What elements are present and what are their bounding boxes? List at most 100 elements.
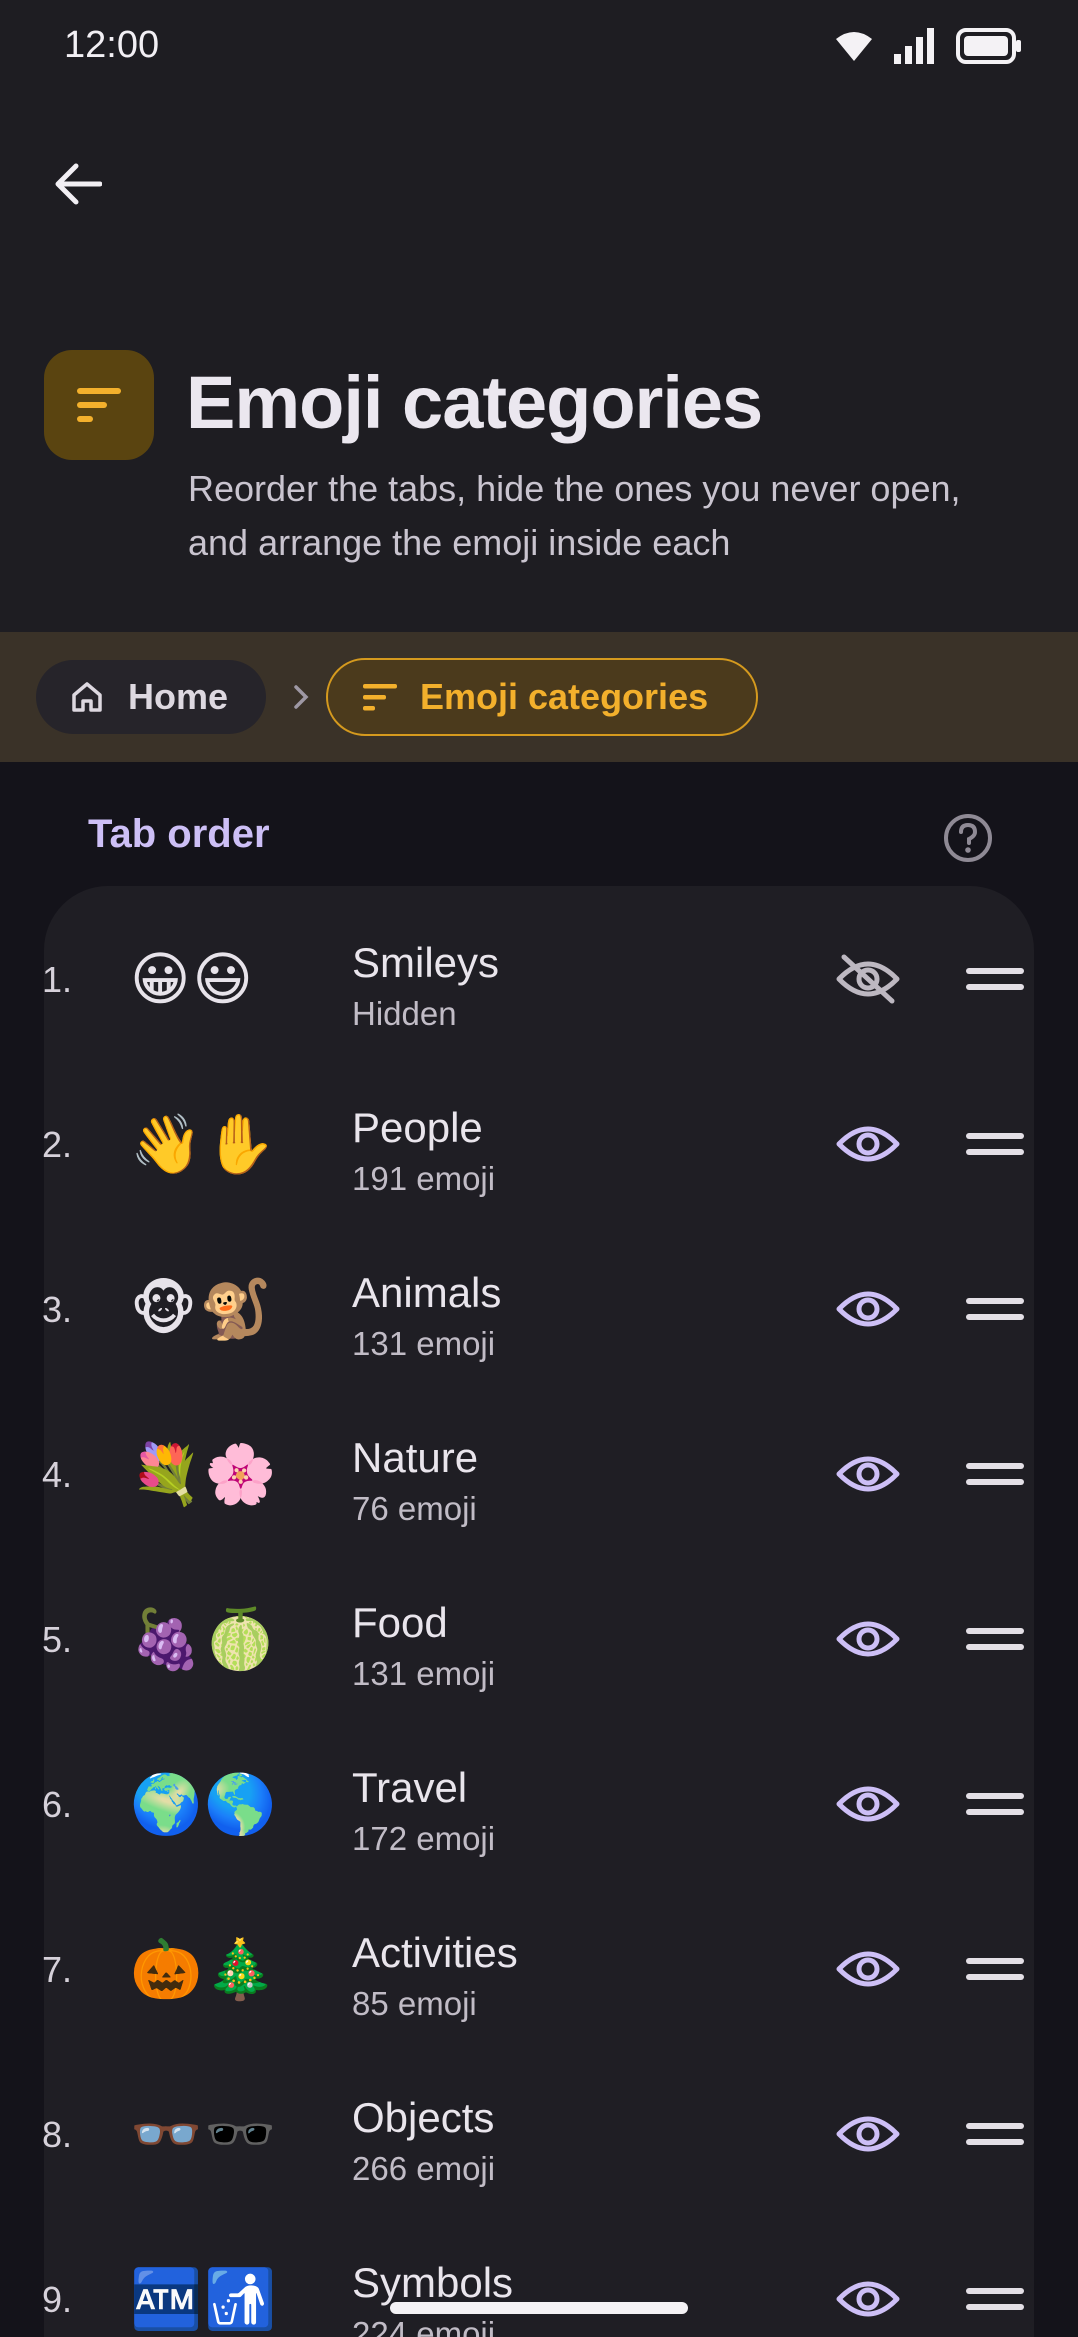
category-name: Smileys: [352, 939, 500, 986]
category-index: 8.: [42, 2114, 73, 2155]
category-index: 3.: [42, 1289, 73, 1330]
category-count: 131 emoji: [352, 1325, 496, 1362]
category-name: Symbols: [352, 2259, 514, 2306]
category-name: Objects: [352, 2094, 495, 2141]
visibility-icon[interactable]: [834, 1939, 902, 1999]
drag-handle-icon[interactable]: [966, 1945, 1024, 1993]
drag-bar: [966, 1149, 1024, 1155]
category-emoji-preview: 👋✋: [130, 1112, 279, 1177]
drag-bar: [966, 2139, 1024, 2145]
visibility-icon[interactable]: [834, 1774, 902, 1834]
breadcrumb-home-label: Home: [128, 676, 229, 717]
category-index: 4.: [42, 1454, 73, 1495]
wifi-icon: [836, 32, 872, 61]
status-time: 12:00: [64, 24, 160, 66]
category-name: Activities: [352, 1929, 518, 1976]
category-index: 5.: [42, 1619, 73, 1660]
category-emoji-preview: 💐🌸: [130, 1442, 279, 1507]
category-count: 85 emoji: [352, 1985, 477, 2022]
drag-bar: [966, 1809, 1024, 1815]
category-emoji-preview: 🌍🌎: [130, 1772, 279, 1837]
category-emoji-preview: 🍇🍈: [130, 1607, 279, 1672]
category-index: 7.: [42, 1949, 73, 1990]
sort-icon: [363, 684, 397, 711]
category-emoji-preview: 🎃🎄: [130, 1937, 279, 2002]
drag-handle-icon[interactable]: [966, 955, 1024, 1003]
list-item[interactable]: 6. 🌍🌎 Travel 172 emoji: [0, 1722, 1078, 1887]
back-button[interactable]: [44, 150, 112, 218]
home-icon: [72, 682, 102, 712]
drag-bar: [966, 1974, 1024, 1980]
list-item[interactable]: 5. 🍇🍈 Food 131 emoji: [0, 1557, 1078, 1722]
category-count: 76 emoji: [352, 1490, 477, 1527]
drag-handle-icon[interactable]: [966, 1120, 1024, 1168]
drag-bar: [966, 968, 1024, 974]
drag-bar: [966, 1958, 1024, 1964]
category-count: 131 emoji: [352, 1655, 496, 1692]
drag-bar: [966, 1793, 1024, 1799]
page-title: Emoji categories: [186, 361, 763, 444]
visibility-icon[interactable]: [834, 1279, 902, 1339]
sort-icon: [77, 388, 121, 422]
drag-bar: [966, 1463, 1024, 1469]
visibility-icon[interactable]: [834, 2269, 902, 2329]
header-category-icon: [44, 350, 154, 460]
help-icon[interactable]: [942, 812, 994, 864]
category-index: 2.: [42, 1124, 73, 1165]
drag-bar: [966, 1298, 1024, 1304]
category-name: Travel: [352, 1764, 468, 1811]
drag-bar: [966, 1628, 1024, 1634]
category-emoji-preview: 👓🕶️: [130, 2102, 279, 2167]
drag-handle-icon[interactable]: [966, 1615, 1024, 1663]
list-item[interactable]: 9. 🏧🚮 Symbols 224 emoji: [0, 2217, 1078, 2337]
category-name: Nature: [352, 1434, 479, 1481]
drag-bar: [966, 1314, 1024, 1320]
drag-bar: [966, 984, 1024, 990]
category-index: 6.: [42, 1784, 73, 1825]
list-item[interactable]: 4. 💐🌸 Nature 76 emoji: [0, 1392, 1078, 1557]
drag-bar: [966, 1644, 1024, 1650]
breadcrumb-current[interactable]: Emoji categories: [326, 658, 758, 736]
list-item[interactable]: 2. 👋✋ People 191 emoji: [0, 1062, 1078, 1227]
list-item[interactable]: 3. 🐵🐒 Animals 131 emoji: [0, 1227, 1078, 1392]
visibility-off-icon[interactable]: [834, 949, 902, 1009]
visibility-icon[interactable]: [834, 1444, 902, 1504]
category-index: 9.: [42, 2279, 73, 2320]
breadcrumb-current-label: Emoji categories: [420, 676, 709, 717]
drag-handle-icon[interactable]: [966, 1450, 1024, 1498]
list-item[interactable]: 8. 👓🕶️ Objects 266 emoji: [0, 2052, 1078, 2217]
drag-handle-icon[interactable]: [966, 2110, 1024, 2158]
arrow-back-icon: [55, 163, 102, 205]
drag-handle-icon[interactable]: [966, 2275, 1024, 2323]
visibility-icon[interactable]: [834, 2104, 902, 2164]
drag-bar: [966, 2123, 1024, 2129]
list-item[interactable]: 7. 🎃🎄 Activities 85 emoji: [0, 1887, 1078, 2052]
category-count: 191 emoji: [352, 1160, 496, 1197]
home-indicator[interactable]: [390, 2302, 688, 2314]
category-count: 266 emoji: [352, 2150, 496, 2187]
status-icons: [834, 28, 1022, 64]
page-subtitle: Reorder the tabs, hide the ones you neve…: [188, 468, 961, 563]
category-emoji-preview: 😀😃: [130, 947, 255, 1012]
drag-bar: [966, 2304, 1024, 2310]
signal-icon: [894, 28, 934, 64]
category-name: Animals: [352, 1269, 502, 1316]
category-emoji-preview: 🏧🚮: [130, 2267, 279, 2332]
battery-icon: [956, 28, 1021, 64]
category-name: Food: [352, 1599, 448, 1646]
category-emoji-preview: 🐵🐒: [130, 1277, 274, 1342]
chevron-right-icon: [286, 680, 316, 714]
category-name: People: [352, 1104, 483, 1151]
drag-bar: [966, 2288, 1024, 2294]
category-count: Hidden: [352, 995, 457, 1032]
drag-bar: [966, 1479, 1024, 1485]
drag-handle-icon[interactable]: [966, 1780, 1024, 1828]
drag-handle-icon[interactable]: [966, 1285, 1024, 1333]
category-count: 224 emoji: [352, 2315, 496, 2337]
drag-bar: [966, 1133, 1024, 1139]
visibility-icon[interactable]: [834, 1609, 902, 1669]
category-count: 172 emoji: [352, 1820, 496, 1857]
visibility-icon[interactable]: [834, 1114, 902, 1174]
list-item[interactable]: 1. 😀😃 Smileys Hidden: [0, 897, 1078, 1062]
breadcrumb-home[interactable]: Home: [36, 660, 266, 734]
